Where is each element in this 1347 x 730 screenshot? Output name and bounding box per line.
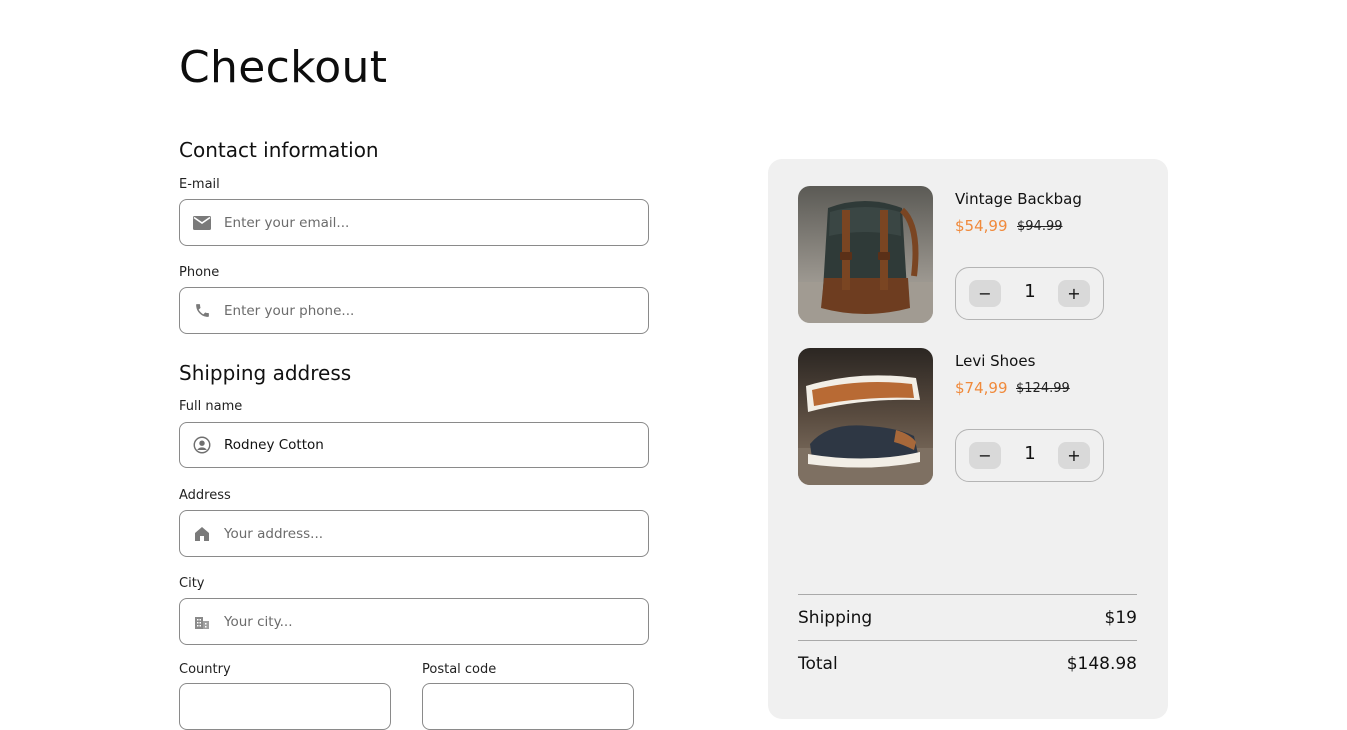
contact-section-title: Contact information (179, 138, 379, 162)
total-value: $148.98 (1066, 653, 1137, 674)
phone-input[interactable] (224, 302, 624, 319)
country-label: Country (179, 662, 231, 677)
item-name: Vintage Backbag (955, 190, 1082, 208)
shipping-label: Shipping (798, 607, 873, 628)
page-title: Checkout (179, 42, 388, 93)
quantity-stepper: − 1 + (955, 429, 1104, 482)
city-icon (192, 612, 212, 632)
city-label: City (179, 576, 205, 591)
total-summary-row: Total $148.98 (798, 640, 1137, 686)
full-name-field-box[interactable] (179, 422, 649, 468)
item-old-price: $94.99 (1017, 219, 1063, 234)
shipping-value: $19 (1104, 607, 1137, 628)
phone-icon (192, 301, 212, 321)
decrease-quantity-button[interactable]: − (969, 280, 1001, 307)
address-field-box[interactable] (179, 510, 649, 557)
user-circle-icon (192, 435, 212, 455)
full-name-input[interactable] (224, 437, 624, 453)
postal-code-label: Postal code (422, 662, 497, 677)
quantity-value: 1 (1024, 281, 1036, 302)
shoes-product-image (798, 348, 933, 485)
cart-item: Vintage Backbag $54,99 $94.99 − 1 + (798, 186, 1138, 324)
postal-code-input[interactable] (422, 683, 634, 730)
total-label: Total (798, 653, 838, 674)
backpack-product-image (798, 186, 933, 323)
shipping-section-title: Shipping address (179, 361, 352, 385)
city-input[interactable] (224, 613, 624, 630)
increase-quantity-button[interactable]: + (1058, 280, 1090, 307)
phone-label: Phone (179, 265, 220, 280)
email-input[interactable] (224, 214, 624, 231)
cart-item: Levi Shoes $74,99 $124.99 − 1 + (798, 348, 1138, 486)
address-label: Address (179, 488, 231, 503)
item-old-price: $124.99 (1016, 381, 1070, 396)
email-field-box[interactable] (179, 199, 649, 246)
mail-icon (192, 213, 212, 233)
order-summary-panel: Vintage Backbag $54,99 $94.99 − 1 + Levi… (768, 159, 1168, 719)
item-price: $54,99 (955, 217, 1008, 235)
country-select[interactable] (179, 683, 391, 730)
email-label: E-mail (179, 177, 220, 192)
home-icon (192, 524, 212, 544)
full-name-label: Full name (179, 399, 243, 414)
city-field-box[interactable] (179, 598, 649, 645)
increase-quantity-button[interactable]: + (1058, 442, 1090, 469)
shipping-summary-row: Shipping $19 (798, 594, 1137, 640)
quantity-value: 1 (1024, 443, 1036, 464)
phone-field-box[interactable] (179, 287, 649, 334)
item-name: Levi Shoes (955, 352, 1036, 370)
address-input[interactable] (224, 525, 624, 542)
quantity-stepper: − 1 + (955, 267, 1104, 320)
decrease-quantity-button[interactable]: − (969, 442, 1001, 469)
item-price: $74,99 (955, 379, 1008, 397)
